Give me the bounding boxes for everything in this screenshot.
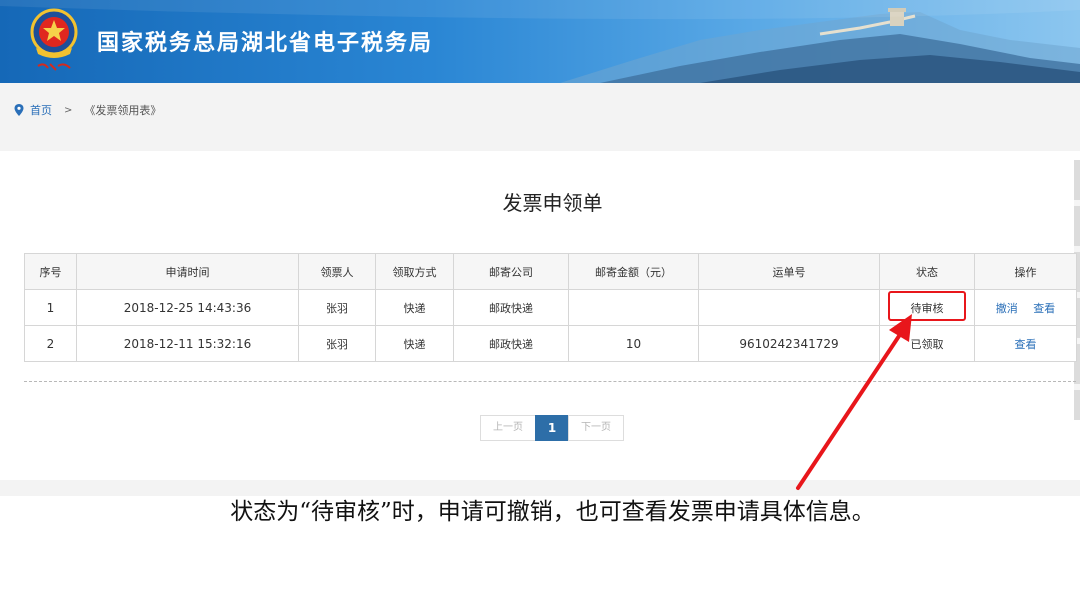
annotation-caption: 状态为“待审核”时，申请可撤销，也可查看发票申请具体信息。 — [230, 499, 875, 525]
page: 国家税务总局湖北省电子税务局 首页 > 《发票领用表》 发票申领单 序号 申请时… — [0, 0, 1080, 606]
